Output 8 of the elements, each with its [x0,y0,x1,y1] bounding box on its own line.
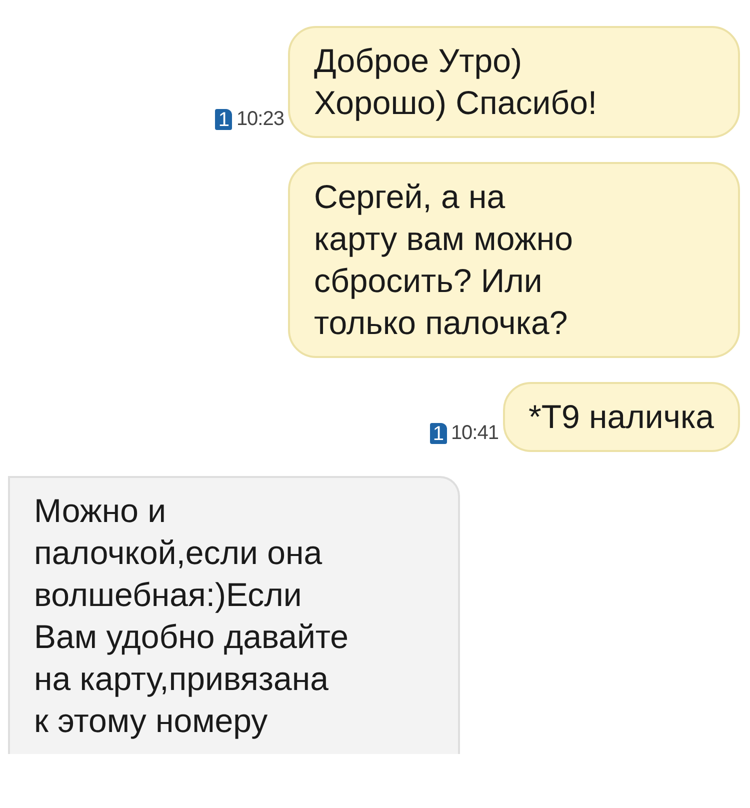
message-text: *Т9 наличка [528,397,714,437]
message-time: 10:41 [450,421,498,446]
sim-card-icon: 1 [430,422,447,444]
message-text: Можно и палочкой,если она волшебная:)Если Вам удобно давайте на карту,привязана к этому номеру [34,491,350,741]
message-text: Доброе Утро) Хорошо) Спасибо! [314,41,598,123]
message-text: Сергей, а на карту вам можно сбросить? Или только палочка? [314,177,574,343]
sim-card-icon: 1 [215,108,232,130]
message-time: 10:23 [236,107,284,132]
